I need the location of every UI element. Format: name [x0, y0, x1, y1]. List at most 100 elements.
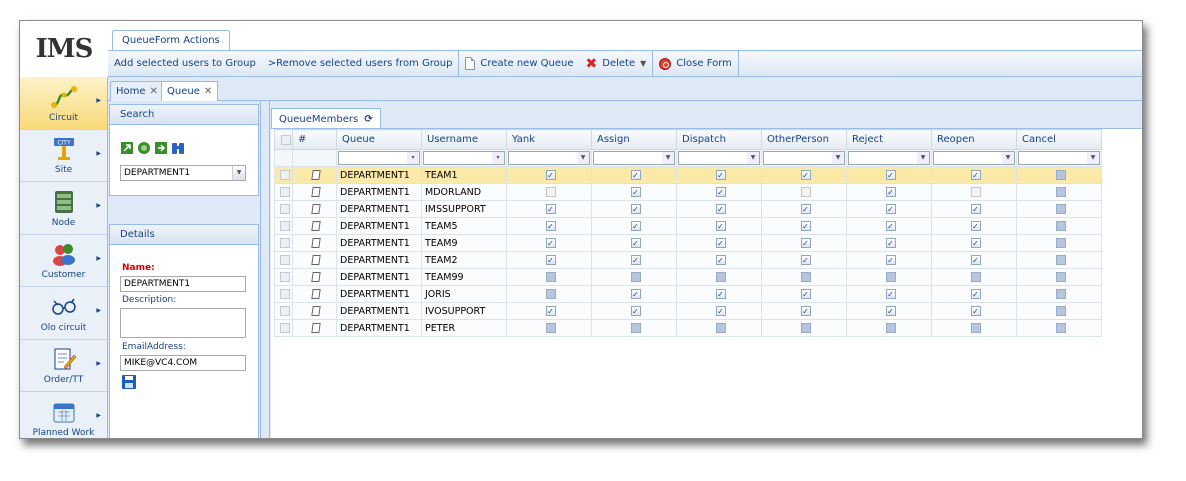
tab-queue-members[interactable]: QueueMembers ⟳ [271, 108, 381, 129]
table-row[interactable]: DEPARTMENT1 TEAM99 [274, 268, 1102, 286]
permission-checkbox-assign[interactable]: ✓ [630, 238, 641, 248]
export-icon[interactable] [154, 141, 168, 155]
permission-checkbox-reject[interactable]: ✓ [885, 170, 896, 180]
permission-checkbox-dispatch[interactable] [715, 323, 726, 333]
row-checkbox[interactable] [280, 187, 290, 197]
boolean-filter-select[interactable]: ▼ [508, 151, 590, 165]
permission-checkbox-reject[interactable] [885, 272, 896, 282]
close-form-button[interactable]: Close Form [653, 51, 738, 77]
nav-item-olo-circuit[interactable]: Olo circuit ▶ [20, 287, 107, 340]
tab-home[interactable]: Home ✕ [110, 81, 164, 101]
permission-checkbox-yank[interactable]: ✓ [545, 221, 556, 231]
add-users-button[interactable]: Add selected users to Group [108, 51, 262, 77]
permission-checkbox-otherperson[interactable] [800, 272, 811, 282]
column-header[interactable]: Reject [846, 129, 932, 150]
save-icon[interactable] [122, 375, 136, 389]
permission-checkbox-cancel[interactable] [1055, 289, 1066, 299]
permission-checkbox-yank[interactable] [545, 272, 556, 282]
permission-checkbox-reject[interactable]: ✓ [885, 187, 896, 197]
description-field[interactable] [120, 308, 246, 338]
permission-checkbox-cancel[interactable] [1055, 187, 1066, 197]
permission-checkbox-assign[interactable]: ✓ [630, 289, 641, 299]
column-header[interactable]: Username [421, 129, 507, 150]
nav-item-order-tt[interactable]: Order/TT ▶ [20, 340, 107, 392]
tab-queue[interactable]: Queue ✕ [161, 81, 219, 102]
permission-checkbox-yank[interactable]: ✓ [545, 255, 556, 265]
text-filter-input[interactable]: ▾ [423, 151, 505, 165]
nav-item-customer[interactable]: Customer ▶ [20, 235, 107, 287]
permission-checkbox-dispatch[interactable]: ✓ [715, 204, 726, 214]
queue-select[interactable]: DEPARTMENT1 ▼ [120, 165, 246, 181]
permission-checkbox-reject[interactable]: ✓ [885, 306, 896, 316]
boolean-filter-select[interactable]: ▼ [933, 151, 1015, 165]
permission-checkbox-yank[interactable] [545, 289, 556, 299]
permission-checkbox-reopen[interactable]: ✓ [970, 255, 981, 265]
permission-checkbox-reopen[interactable]: ✓ [970, 306, 981, 316]
refresh-icon[interactable] [137, 141, 151, 155]
permission-checkbox-otherperson[interactable]: ✓ [800, 306, 811, 316]
email-field[interactable]: MIKE@VC4.COM [120, 355, 246, 371]
nav-item-node[interactable]: Node ▶ [20, 182, 107, 235]
permission-checkbox-otherperson[interactable]: ✓ [800, 255, 811, 265]
column-header[interactable]: Queue [336, 129, 422, 150]
refresh-icon[interactable]: ⟳ [364, 114, 372, 125]
permission-checkbox-yank[interactable] [545, 323, 556, 333]
edit-document-icon[interactable] [311, 255, 321, 265]
create-queue-button[interactable]: Create new Queue [459, 51, 579, 77]
permission-checkbox-assign[interactable]: ✓ [630, 170, 641, 180]
permission-checkbox-reject[interactable]: ✓ [885, 238, 896, 248]
permission-checkbox-reject[interactable]: ✓ [885, 289, 896, 299]
nav-item-site[interactable]: CITY Site ▶ [20, 130, 107, 182]
column-header[interactable]: Yank [506, 129, 592, 150]
permission-checkbox-reopen[interactable]: ✓ [970, 221, 981, 231]
permission-checkbox-dispatch[interactable]: ✓ [715, 187, 726, 197]
permission-checkbox-reopen[interactable]: ✓ [970, 238, 981, 248]
table-row[interactable]: DEPARTMENT1 PETER [274, 319, 1102, 337]
row-checkbox[interactable] [280, 255, 290, 265]
permission-checkbox-yank[interactable] [545, 187, 556, 197]
column-header[interactable]: Dispatch [676, 129, 762, 150]
close-tab-icon[interactable]: ✕ [204, 86, 212, 97]
table-row[interactable]: DEPARTMENT1 IVOSUPPORT ✓ ✓ ✓ ✓ ✓ ✓ [274, 302, 1102, 320]
edit-document-icon[interactable] [311, 272, 321, 282]
table-row[interactable]: DEPARTMENT1 JORIS ✓ ✓ ✓ ✓ ✓ [274, 285, 1102, 303]
permission-checkbox-otherperson[interactable] [800, 323, 811, 333]
select-all-checkbox[interactable] [281, 134, 291, 145]
boolean-filter-select[interactable]: ▼ [593, 151, 675, 165]
permission-checkbox-assign[interactable] [630, 272, 641, 282]
column-header[interactable]: Cancel [1016, 129, 1102, 150]
chevron-down-icon[interactable]: ▼ [832, 152, 844, 164]
permission-checkbox-yank[interactable]: ✓ [545, 170, 556, 180]
permission-checkbox-otherperson[interactable]: ✓ [800, 289, 811, 299]
permission-checkbox-otherperson[interactable]: ✓ [800, 204, 811, 214]
permission-checkbox-cancel[interactable] [1055, 323, 1066, 333]
text-filter-input[interactable]: ▾ [338, 151, 420, 165]
permission-checkbox-cancel[interactable] [1055, 204, 1066, 214]
nav-item-circuit[interactable]: Circuit ▶ [20, 77, 107, 130]
table-row[interactable]: DEPARTMENT1 IMSSUPPORT ✓ ✓ ✓ ✓ ✓ ✓ [274, 200, 1102, 218]
chevron-down-icon[interactable]: ▼ [1087, 152, 1099, 164]
panel-splitter[interactable] [260, 101, 270, 438]
go-back-icon[interactable] [120, 141, 134, 155]
boolean-filter-select[interactable]: ▼ [848, 151, 930, 165]
edit-document-icon[interactable] [311, 204, 321, 214]
chevron-down-icon[interactable]: ▼ [917, 152, 929, 164]
chevron-down-icon[interactable]: ▼ [1002, 152, 1014, 164]
permission-checkbox-assign[interactable]: ✓ [630, 255, 641, 265]
permission-checkbox-otherperson[interactable]: ✓ [800, 170, 811, 180]
permission-checkbox-dispatch[interactable]: ✓ [715, 221, 726, 231]
permission-checkbox-dispatch[interactable] [715, 272, 726, 282]
permission-checkbox-cancel[interactable] [1055, 255, 1066, 265]
permission-checkbox-reject[interactable]: ✓ [885, 204, 896, 214]
permission-checkbox-reopen[interactable] [970, 323, 981, 333]
name-field[interactable]: DEPARTMENT1 [120, 276, 246, 292]
binoculars-icon[interactable] [171, 141, 185, 155]
row-checkbox[interactable] [280, 238, 290, 248]
permission-checkbox-reopen[interactable]: ✓ [970, 204, 981, 214]
column-header[interactable]: Assign [591, 129, 677, 150]
permission-checkbox-dispatch[interactable]: ✓ [715, 170, 726, 180]
permission-checkbox-dispatch[interactable]: ✓ [715, 306, 726, 316]
permission-checkbox-reopen[interactable] [970, 272, 981, 282]
permission-checkbox-reject[interactable]: ✓ [885, 255, 896, 265]
row-checkbox[interactable] [280, 289, 290, 299]
